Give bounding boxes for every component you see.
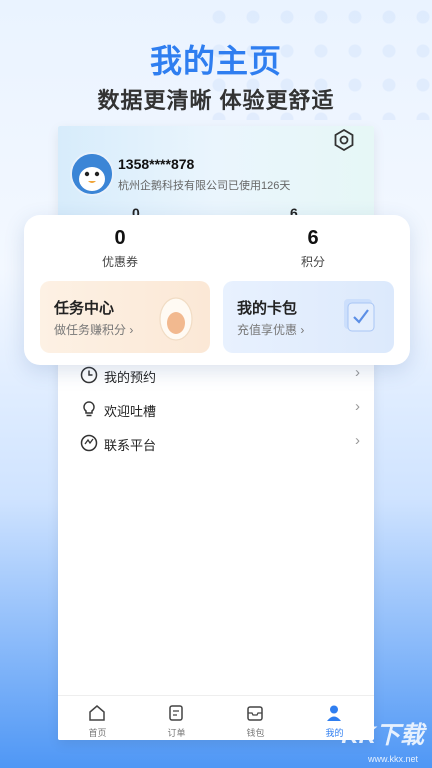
task-center-subtitle: 做任务赚积分 › (54, 323, 134, 337)
tab-label: 钱包 (246, 728, 265, 738)
user-phone: 1358****878 (118, 156, 195, 172)
bottom-tab-bar: 首页 订单 钱包 我的 (58, 695, 374, 740)
menu-label: 我的预约 (104, 370, 157, 385)
clock-icon (80, 366, 98, 384)
tab-wallet[interactable]: 钱包 (216, 696, 295, 740)
watermark-url: www.kkx.net (367, 754, 418, 764)
chevron-right-icon: › (355, 364, 360, 381)
points-count[interactable]: 6 (273, 227, 353, 250)
menu-label: 联系平台 (104, 438, 157, 453)
chevron-right-icon: › (355, 398, 360, 415)
task-center-title: 任务中心 (54, 300, 115, 317)
card-check-icon (344, 299, 375, 332)
headset-icon (80, 434, 98, 452)
card-wallet-tile[interactable]: 我的卡包 充值享优惠 › (223, 281, 394, 353)
tab-label: 首页 (88, 728, 107, 738)
stats-card: 0 优惠券 6 积分 任务中心 做任务赚积分 › 我的卡包 充值享优惠 › (24, 215, 410, 365)
card-wallet-title: 我的卡包 (237, 300, 298, 317)
coupon-count[interactable]: 0 (80, 227, 160, 250)
tab-orders[interactable]: 订单 (137, 696, 216, 740)
promo-subline: 数据更清晰 体验更舒适 (97, 88, 335, 113)
home-icon (89, 705, 105, 721)
promo-headline: 我的主页 (149, 43, 282, 79)
watermark-brand: KK下载 (341, 722, 424, 749)
tab-home[interactable]: 首页 (58, 696, 137, 740)
points-label: 积分 (300, 255, 325, 269)
order-icon (169, 705, 183, 721)
lightbulb-icon (83, 401, 95, 417)
penguin-avatar-icon (72, 154, 112, 194)
settings-gear-icon[interactable] (332, 128, 356, 152)
tab-label: 订单 (167, 728, 186, 738)
chevron-right-icon: › (355, 432, 360, 449)
wallet-icon (247, 706, 263, 721)
menu-item-feedback[interactable]: 欢迎吐槽 › (58, 394, 374, 424)
egg-mascot-icon (159, 297, 193, 341)
company-usage: 杭州企鹅科技有限公司已使用126天 (118, 180, 291, 192)
task-center-tile[interactable]: 任务中心 做任务赚积分 › (40, 281, 210, 353)
menu-label: 欢迎吐槽 (104, 404, 157, 419)
card-wallet-subtitle: 充值享优惠 › (237, 323, 305, 337)
avatar[interactable] (70, 152, 114, 196)
menu-item-contact[interactable]: 联系平台 › (58, 428, 374, 458)
coupon-label: 优惠券 (101, 255, 138, 269)
